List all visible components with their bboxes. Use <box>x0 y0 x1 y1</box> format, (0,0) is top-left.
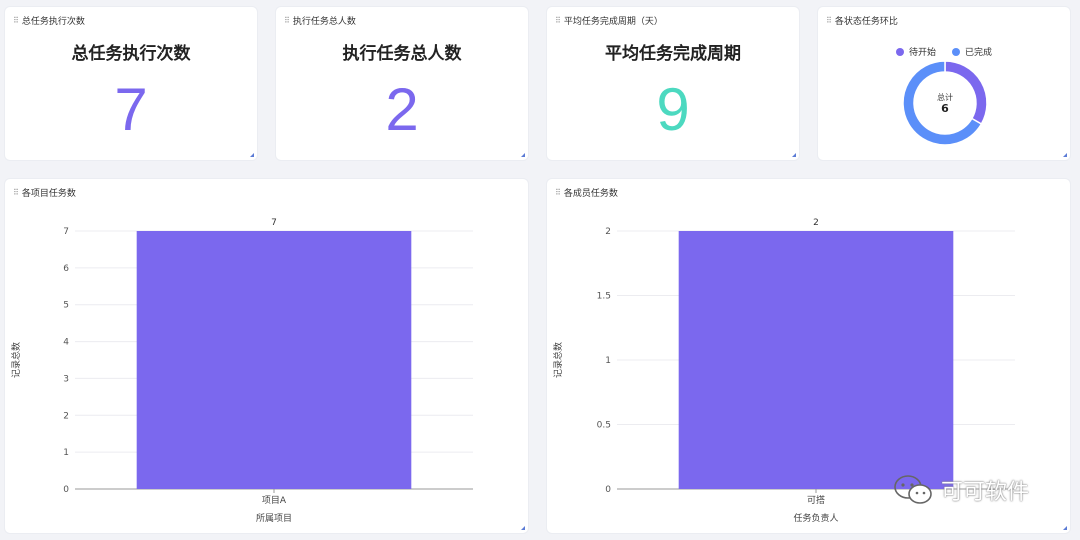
bar-card-project-tasks[interactable]: ⠿ 各项目任务数 0 1 2 3 4 5 6 7 7 项目A 所属项目 记录总数 <box>4 178 529 534</box>
y-tick-label: 1.5 <box>597 292 611 302</box>
y-tick-label: 0.5 <box>597 421 611 431</box>
kpi-heading: 执行任务总人数 <box>342 44 462 64</box>
kpi-card-total-executions[interactable]: ⠿ 总任务执行次数 总任务执行次数 7 <box>4 6 258 161</box>
x-tick-label: 项目A <box>262 495 287 506</box>
y-tick-label: 6 <box>63 264 69 274</box>
y-axis-title: 记录总数 <box>10 342 22 378</box>
resize-handle-icon[interactable] <box>250 153 254 157</box>
resize-handle-icon[interactable] <box>521 526 525 530</box>
wechat-icon <box>894 475 932 504</box>
card-header: ⠿ 平均任务完成周期（天） <box>555 14 663 27</box>
y-tick-label: 5 <box>63 301 69 311</box>
card-title: 执行任务总人数 <box>292 17 356 27</box>
y-tick-label: 1 <box>63 448 69 458</box>
resize-handle-icon[interactable] <box>1063 153 1067 157</box>
card-title: 总任务执行次数 <box>21 17 85 27</box>
card-header: ⠿ 总任务执行次数 <box>13 14 85 27</box>
kpi-card-total-people[interactable]: ⠿ 执行任务总人数 执行任务总人数 2 <box>275 6 529 161</box>
data-label: 2 <box>813 218 819 228</box>
donut-center-label: 总计 <box>937 92 953 102</box>
resize-handle-icon[interactable] <box>1063 526 1067 530</box>
kpi-value: 9 <box>656 76 690 143</box>
y-tick-label: 0 <box>63 485 69 495</box>
x-tick-label: 可搭 <box>807 494 825 506</box>
donut-card-status-ratio[interactable]: ⠿ 各状态任务环比 待开始 已完成 总计 6 <box>817 6 1071 161</box>
drag-handle-icon[interactable]: ⠿ <box>13 16 19 25</box>
y-tick-label: 2 <box>605 227 611 237</box>
x-axis-title: 所属项目 <box>256 513 292 524</box>
card-header: ⠿ 执行任务总人数 <box>284 14 356 27</box>
drag-handle-icon[interactable]: ⠿ <box>555 16 561 25</box>
watermark: 可可软件 <box>893 474 1029 506</box>
x-axis-title: 任务负责人 <box>793 512 838 524</box>
drag-handle-icon[interactable]: ⠿ <box>284 16 290 25</box>
kpi-value: 7 <box>114 76 148 143</box>
y-tick-label: 3 <box>63 374 69 384</box>
kpi-value: 2 <box>385 76 419 143</box>
data-label: 7 <box>271 218 277 228</box>
resize-handle-icon[interactable] <box>521 153 525 157</box>
watermark-text: 可可软件 <box>941 480 1030 505</box>
y-axis-title: 记录总数 <box>552 342 564 378</box>
bar[interactable] <box>678 231 954 489</box>
kpi-card-avg-cycle[interactable]: ⠿ 平均任务完成周期（天） 平均任务完成周期 9 <box>546 6 800 161</box>
y-tick-label: 4 <box>63 338 69 348</box>
kpi-heading: 平均任务完成周期 <box>605 44 741 64</box>
y-tick-label: 7 <box>63 227 69 237</box>
y-tick-label: 1 <box>605 356 611 366</box>
donut-chart: 总计 6 <box>902 60 988 146</box>
y-tick-label: 0 <box>605 485 611 495</box>
resize-handle-icon[interactable] <box>792 153 796 157</box>
y-tick-label: 2 <box>63 411 69 421</box>
kpi-heading: 总任务执行次数 <box>71 44 191 64</box>
donut-center-value: 6 <box>941 102 949 115</box>
card-title: 平均任务完成周期（天） <box>563 17 663 27</box>
project-bar-chart: 0 1 2 3 4 5 6 7 7 项目A 所属项目 记录总数 <box>10 218 473 524</box>
bar[interactable] <box>136 231 412 489</box>
